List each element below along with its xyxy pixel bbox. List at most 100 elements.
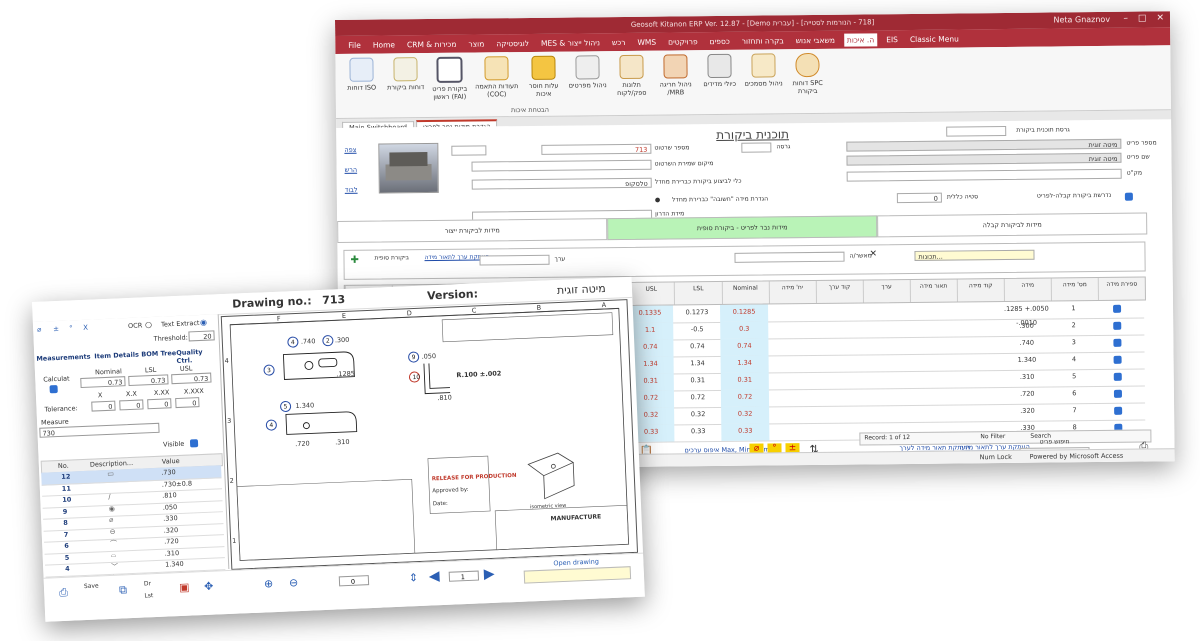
degree-tool-icon[interactable]: ° bbox=[69, 324, 73, 332]
menu-product[interactable]: מוצר bbox=[465, 37, 487, 50]
menu-projects[interactable]: פרויקטים bbox=[665, 35, 701, 48]
row-checkbox[interactable] bbox=[1112, 304, 1122, 313]
link-view[interactable]: צפה bbox=[344, 146, 356, 154]
grid-cell[interactable]: 0.74 bbox=[720, 338, 769, 356]
tool-field[interactable]: טלסקופ bbox=[471, 177, 652, 190]
menu-file[interactable]: File bbox=[345, 38, 364, 51]
minimize-icon[interactable]: – bbox=[1123, 14, 1128, 24]
gen-measure-toggle[interactable]: ● bbox=[655, 197, 660, 204]
range-combo[interactable] bbox=[479, 254, 550, 266]
ribbon-calibration[interactable]: כיולי מדידים bbox=[699, 53, 740, 114]
grid-cell[interactable]: .300 bbox=[1003, 319, 1050, 336]
tol-field-x[interactable]: 0 bbox=[91, 400, 116, 412]
grid-cell[interactable]: 0.3 bbox=[720, 321, 768, 339]
tol-field-xxx[interactable]: 0 bbox=[147, 398, 172, 410]
link-browse[interactable]: הרש bbox=[345, 166, 358, 174]
grid-cell[interactable]: 1.34 bbox=[721, 355, 769, 373]
usl-field[interactable]: 0.73 bbox=[171, 372, 212, 385]
row-checkbox[interactable] bbox=[1113, 372, 1122, 381]
tab-quality-ctrl[interactable]: Quality Ctrl. bbox=[176, 347, 220, 365]
menu-eis[interactable]: EIS bbox=[883, 33, 901, 46]
prev-page-icon[interactable]: ◀ bbox=[429, 568, 440, 584]
ribbon-documents[interactable]: ניהול מסמכים bbox=[743, 53, 784, 113]
menu-classic[interactable]: Classic Menu bbox=[907, 32, 962, 46]
ocr-radio[interactable]: ○ bbox=[145, 320, 152, 329]
close-icon[interactable]: ✕ bbox=[1156, 13, 1164, 23]
grid-cell[interactable]: 6 bbox=[1051, 386, 1098, 403]
grid-cell[interactable]: 0.72 bbox=[674, 390, 721, 407]
grid-cell[interactable]: 0.32 bbox=[721, 406, 769, 424]
grid-cell[interactable]: 5 bbox=[1051, 369, 1098, 386]
copy-icon[interactable]: ⧉ bbox=[119, 583, 127, 597]
grid-col-header[interactable]: Nominal bbox=[721, 281, 769, 304]
menu-quality[interactable]: ה. איכות bbox=[843, 32, 878, 47]
row-checkbox[interactable] bbox=[1113, 321, 1122, 330]
grid-cell[interactable]: 1.340 bbox=[1003, 353, 1050, 370]
grid-cell[interactable]: 7 bbox=[1051, 403, 1098, 420]
diameter-tool-icon[interactable]: ⌀ bbox=[37, 326, 42, 334]
tab-measurements[interactable]: Measurements bbox=[36, 353, 90, 363]
item-number-field[interactable]: מיטה זוגית bbox=[846, 138, 1122, 152]
grid-cell[interactable]: 0.72 bbox=[721, 389, 769, 407]
version-small-field[interactable] bbox=[451, 145, 487, 156]
measure-location-field[interactable] bbox=[471, 159, 652, 172]
restore-icon[interactable]: □ bbox=[1138, 14, 1147, 24]
ribbon-iso-reports[interactable]: דוחות ISO bbox=[341, 57, 382, 118]
menu-finance[interactable]: כספים bbox=[707, 34, 733, 47]
ribbon-fai[interactable]: ביקורת פריט ראשון (FAI) bbox=[429, 56, 470, 117]
tab-bom-tree[interactable]: BOM Tree bbox=[141, 349, 176, 358]
zoom-in-icon[interactable]: ⊕ bbox=[264, 577, 274, 590]
save-button[interactable]: Save bbox=[84, 582, 99, 590]
grid-cell[interactable]: .740 bbox=[1003, 336, 1050, 353]
menu-control[interactable]: בקרה ותחזור bbox=[739, 34, 787, 48]
calculat-checkbox[interactable] bbox=[49, 385, 58, 394]
text-extract-radio[interactable]: ◉ bbox=[200, 318, 207, 327]
threshold-field[interactable]: 20 bbox=[188, 330, 215, 342]
nominal-field[interactable]: 0.73 bbox=[80, 376, 126, 389]
grid-cell[interactable]: 1 bbox=[1050, 301, 1097, 318]
print-icon[interactable]: ⎙ bbox=[59, 586, 68, 600]
grid-cell[interactable]: 1.34 bbox=[674, 356, 721, 373]
menu-mes[interactable]: MES & ניהול ייצור bbox=[538, 36, 603, 50]
plusminus-tool-icon[interactable]: ± bbox=[53, 325, 59, 333]
page-field[interactable]: 1 bbox=[448, 570, 480, 582]
grid-col-header[interactable]: קוד ערך bbox=[815, 280, 863, 303]
tab-item-details[interactable]: Item Details bbox=[94, 351, 139, 361]
pan-icon[interactable]: ✥ bbox=[204, 580, 214, 593]
tol-field-xx[interactable]: 0 bbox=[119, 399, 144, 411]
row-checkbox[interactable] bbox=[1114, 406, 1123, 415]
grid-col-header[interactable]: יח' מידה bbox=[768, 280, 816, 304]
grid-cell[interactable]: 0.31 bbox=[721, 372, 769, 390]
menu-logistics[interactable]: לוגיסטיקה bbox=[493, 36, 532, 49]
item-name-field[interactable]: מיטה זוגית bbox=[846, 152, 1122, 166]
grid-cell[interactable]: 0.74 bbox=[674, 339, 721, 356]
required-checkbox[interactable] bbox=[1124, 192, 1133, 201]
ribbon-mrb[interactable]: ניהול חריגה /MRB bbox=[655, 54, 696, 114]
grid-cell[interactable]: 0.32 bbox=[674, 407, 721, 424]
grid-cell[interactable]: 0.33 bbox=[721, 423, 769, 441]
zoom-field[interactable]: 0 bbox=[338, 575, 370, 587]
ribbon-spc[interactable]: דוחות SPC ביקורת bbox=[787, 52, 828, 113]
menu-crm[interactable]: CRM & מכירות bbox=[404, 37, 460, 51]
row-checkbox[interactable] bbox=[1113, 355, 1122, 364]
draw-button[interactable]: Dr bbox=[144, 580, 151, 587]
grid-col-header[interactable]: קוד מידה bbox=[956, 279, 1004, 302]
tol-field-xxxx[interactable]: 0 bbox=[175, 397, 200, 409]
grid-cell[interactable]: 0.33 bbox=[675, 424, 722, 441]
row-checkbox[interactable] bbox=[1113, 338, 1122, 347]
grid-cell[interactable]: 4 bbox=[1050, 352, 1097, 369]
grid-cell[interactable]: 0.31 bbox=[674, 373, 721, 390]
pdf-icon[interactable]: ▣ bbox=[179, 581, 190, 594]
grid-col-header[interactable]: תאור מידה bbox=[909, 279, 957, 302]
grid-cell[interactable]: 2 bbox=[1050, 318, 1097, 335]
grid-col-header[interactable]: LSL bbox=[674, 281, 722, 305]
excel-icon[interactable]: ✚ bbox=[350, 255, 359, 266]
plan-version-field[interactable] bbox=[946, 125, 1007, 137]
grid-cell[interactable]: .1285 +.0050 -.0010 bbox=[1003, 302, 1050, 327]
version-field[interactable] bbox=[741, 142, 772, 153]
close-filter-icon[interactable]: ✕ bbox=[869, 249, 877, 259]
record-nav-text[interactable]: Record: 1 of 12 bbox=[864, 434, 910, 441]
drawing-number-field[interactable]: 713 bbox=[541, 143, 652, 155]
menu-hr[interactable]: משאבי אנוש bbox=[793, 33, 838, 46]
grid-cell[interactable]: .720 bbox=[1004, 387, 1051, 404]
